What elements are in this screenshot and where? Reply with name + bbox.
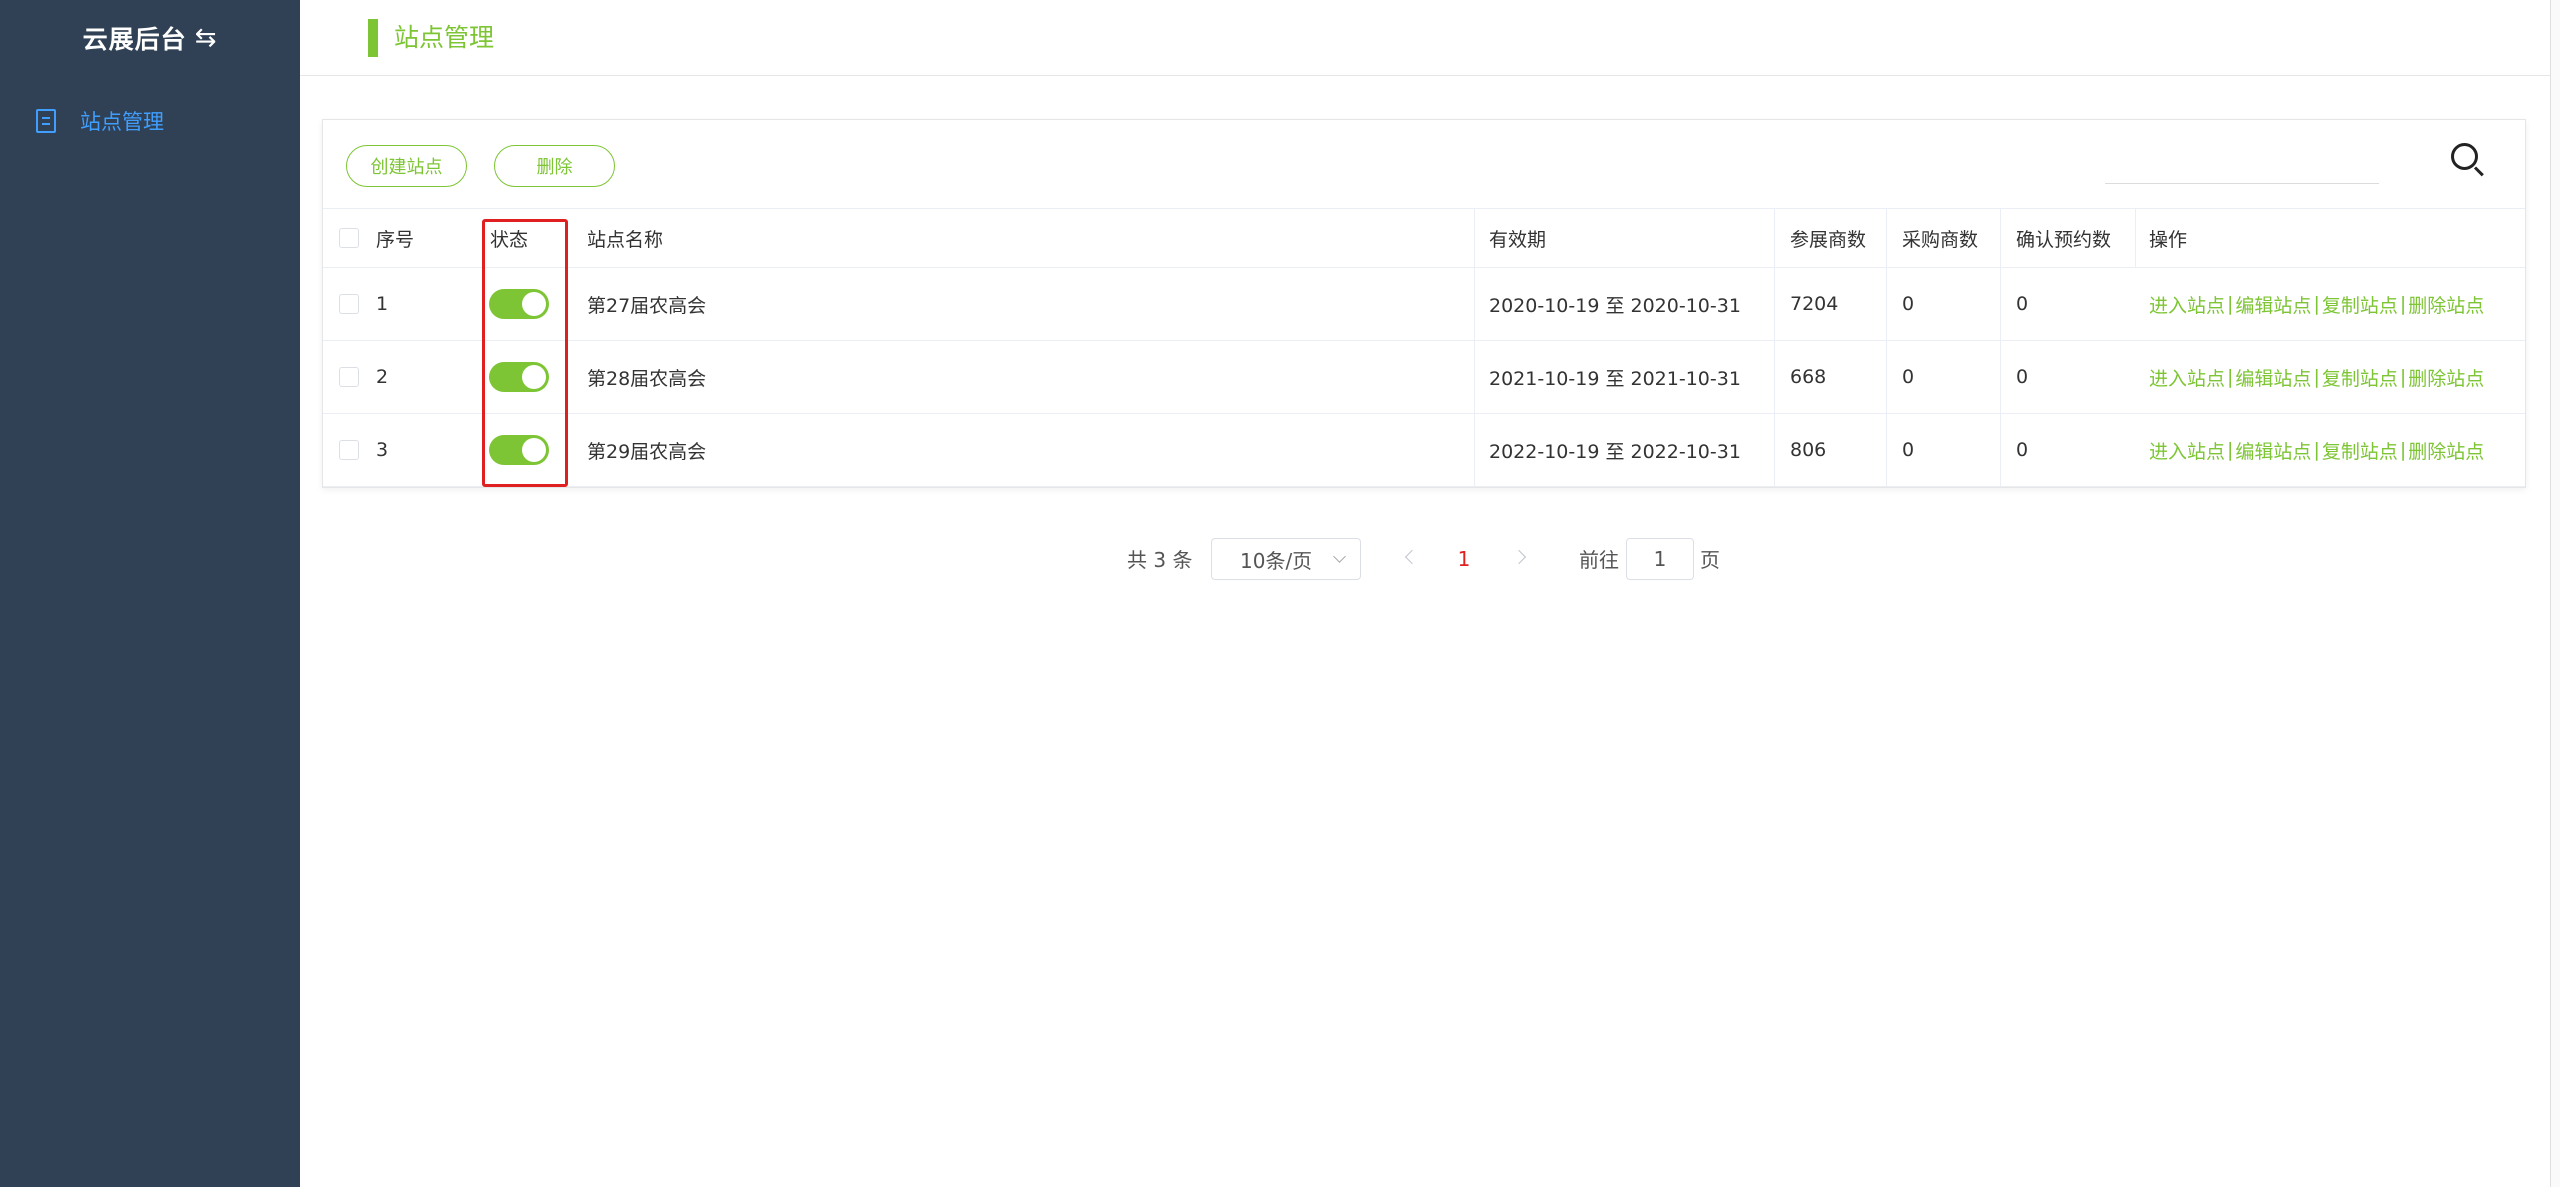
- search-input[interactable]: [2105, 140, 2379, 182]
- row-site-name: 第28届农高会: [587, 367, 707, 390]
- sidebar-item-label: 站点管理: [80, 110, 164, 134]
- row-checkbox[interactable]: [339, 294, 359, 314]
- select-all-cell: [339, 209, 359, 267]
- page-header: 站点管理: [300, 0, 2560, 76]
- document-icon: [36, 109, 56, 133]
- page-unit-label: 页: [1700, 547, 1720, 572]
- edit-site-link[interactable]: 编辑站点: [2235, 364, 2311, 391]
- status-toggle[interactable]: [489, 435, 549, 465]
- copy-site-link[interactable]: 复制站点: [2322, 437, 2398, 464]
- row-validity: 2020-10-19 至 2020-10-31: [1489, 294, 1741, 317]
- row-actions: 进入站点 | 编辑站点 | 复制站点 | 删除站点: [2149, 341, 2484, 413]
- search-icon[interactable]: [2449, 141, 2485, 177]
- row-checkbox[interactable]: [339, 440, 359, 460]
- next-page-icon[interactable]: [1514, 550, 1528, 564]
- row-validity: 2022-10-19 至 2022-10-31: [1489, 440, 1741, 463]
- row-reservations: 0: [2016, 293, 2029, 315]
- header-status[interactable]: 状态: [490, 209, 528, 267]
- table-row: 2 第28届农高会 2021-10-19 至 2021-10-31 668 0 …: [323, 341, 2525, 414]
- sidebar: 云展后台 ⇆ 站点管理: [0, 0, 300, 1187]
- edit-site-link[interactable]: 编辑站点: [2235, 437, 2311, 464]
- row-site-name: 第27届农高会: [587, 294, 707, 317]
- table-row: 3 第29届农高会 2022-10-19 至 2022-10-31 806 0 …: [323, 414, 2525, 487]
- page-number-current[interactable]: 1: [1452, 538, 1476, 580]
- page-scrollbar[interactable]: [2550, 0, 2560, 1187]
- brand-title: 云展后台: [82, 25, 187, 54]
- row-exhibitors: 806: [1790, 439, 1827, 461]
- header-reservations[interactable]: 确认预约数: [2016, 209, 2111, 267]
- enter-site-link[interactable]: 进入站点: [2149, 364, 2225, 391]
- search-underline: [2105, 183, 2379, 184]
- row-exhibitors: 7204: [1790, 293, 1839, 315]
- chevron-down-icon: [1333, 550, 1346, 563]
- table-header-row: 序号 状态 站点名称 有效期 参展商数 采购商数 确认预约数 操作: [323, 208, 2525, 268]
- select-all-checkbox[interactable]: [339, 228, 359, 248]
- enter-site-link[interactable]: 进入站点: [2149, 291, 2225, 318]
- copy-site-link[interactable]: 复制站点: [2322, 291, 2398, 318]
- row-buyers: 0: [1902, 293, 1915, 315]
- swap-arrows-icon[interactable]: ⇆: [195, 23, 218, 53]
- enter-site-link[interactable]: 进入站点: [2149, 437, 2225, 464]
- row-checkbox[interactable]: [339, 367, 359, 387]
- row-buyers: 0: [1902, 366, 1915, 388]
- delete-site-link[interactable]: 删除站点: [2408, 291, 2484, 318]
- row-site-name: 第29届农高会: [587, 440, 707, 463]
- row-reservations: 0: [2016, 366, 2029, 388]
- sidebar-item-site-management[interactable]: 站点管理: [0, 98, 300, 144]
- brand: 云展后台 ⇆: [0, 0, 300, 76]
- site-table-card: 创建站点 删除 序号 状态 站点名称 有效期 参展商数 采购商数 确认预约数 操…: [322, 119, 2526, 488]
- row-actions: 进入站点 | 编辑站点 | 复制站点 | 删除站点: [2149, 414, 2484, 486]
- title-accent-bar: [368, 19, 378, 57]
- page-size-value: 10条/页: [1240, 548, 1313, 573]
- row-validity: 2021-10-19 至 2021-10-31: [1489, 367, 1741, 390]
- header-index[interactable]: 序号: [376, 209, 414, 267]
- row-reservations: 0: [2016, 439, 2029, 461]
- prev-page-icon[interactable]: [1404, 550, 1418, 564]
- status-toggle[interactable]: [489, 289, 549, 319]
- header-buyers[interactable]: 采购商数: [1902, 209, 1978, 267]
- goto-page-input[interactable]: [1626, 538, 1694, 580]
- header-name[interactable]: 站点名称: [587, 209, 663, 267]
- edit-site-link[interactable]: 编辑站点: [2235, 291, 2311, 318]
- row-index: 1: [376, 293, 389, 315]
- delete-button[interactable]: 删除: [494, 145, 615, 187]
- row-actions: 进入站点 | 编辑站点 | 复制站点 | 删除站点: [2149, 268, 2484, 340]
- copy-site-link[interactable]: 复制站点: [2322, 364, 2398, 391]
- header-validity[interactable]: 有效期: [1489, 209, 1546, 267]
- row-index: 2: [376, 366, 389, 388]
- goto-label: 前往: [1579, 547, 1619, 572]
- create-site-button[interactable]: 创建站点: [346, 145, 467, 187]
- row-index: 3: [376, 439, 389, 461]
- header-actions: 操作: [2149, 228, 2188, 251]
- page-title: 站点管理: [394, 23, 495, 52]
- row-buyers: 0: [1902, 439, 1915, 461]
- header-exhibitors[interactable]: 参展商数: [1790, 209, 1866, 267]
- delete-site-link[interactable]: 删除站点: [2408, 364, 2484, 391]
- pagination-total: 共 3 条: [1127, 547, 1193, 572]
- table-row: 1 第27届农高会 2020-10-19 至 2020-10-31 7204 0…: [323, 268, 2525, 341]
- status-toggle[interactable]: [489, 362, 549, 392]
- delete-site-link[interactable]: 删除站点: [2408, 437, 2484, 464]
- row-exhibitors: 668: [1790, 366, 1827, 388]
- page-size-select[interactable]: 10条/页: [1211, 538, 1361, 580]
